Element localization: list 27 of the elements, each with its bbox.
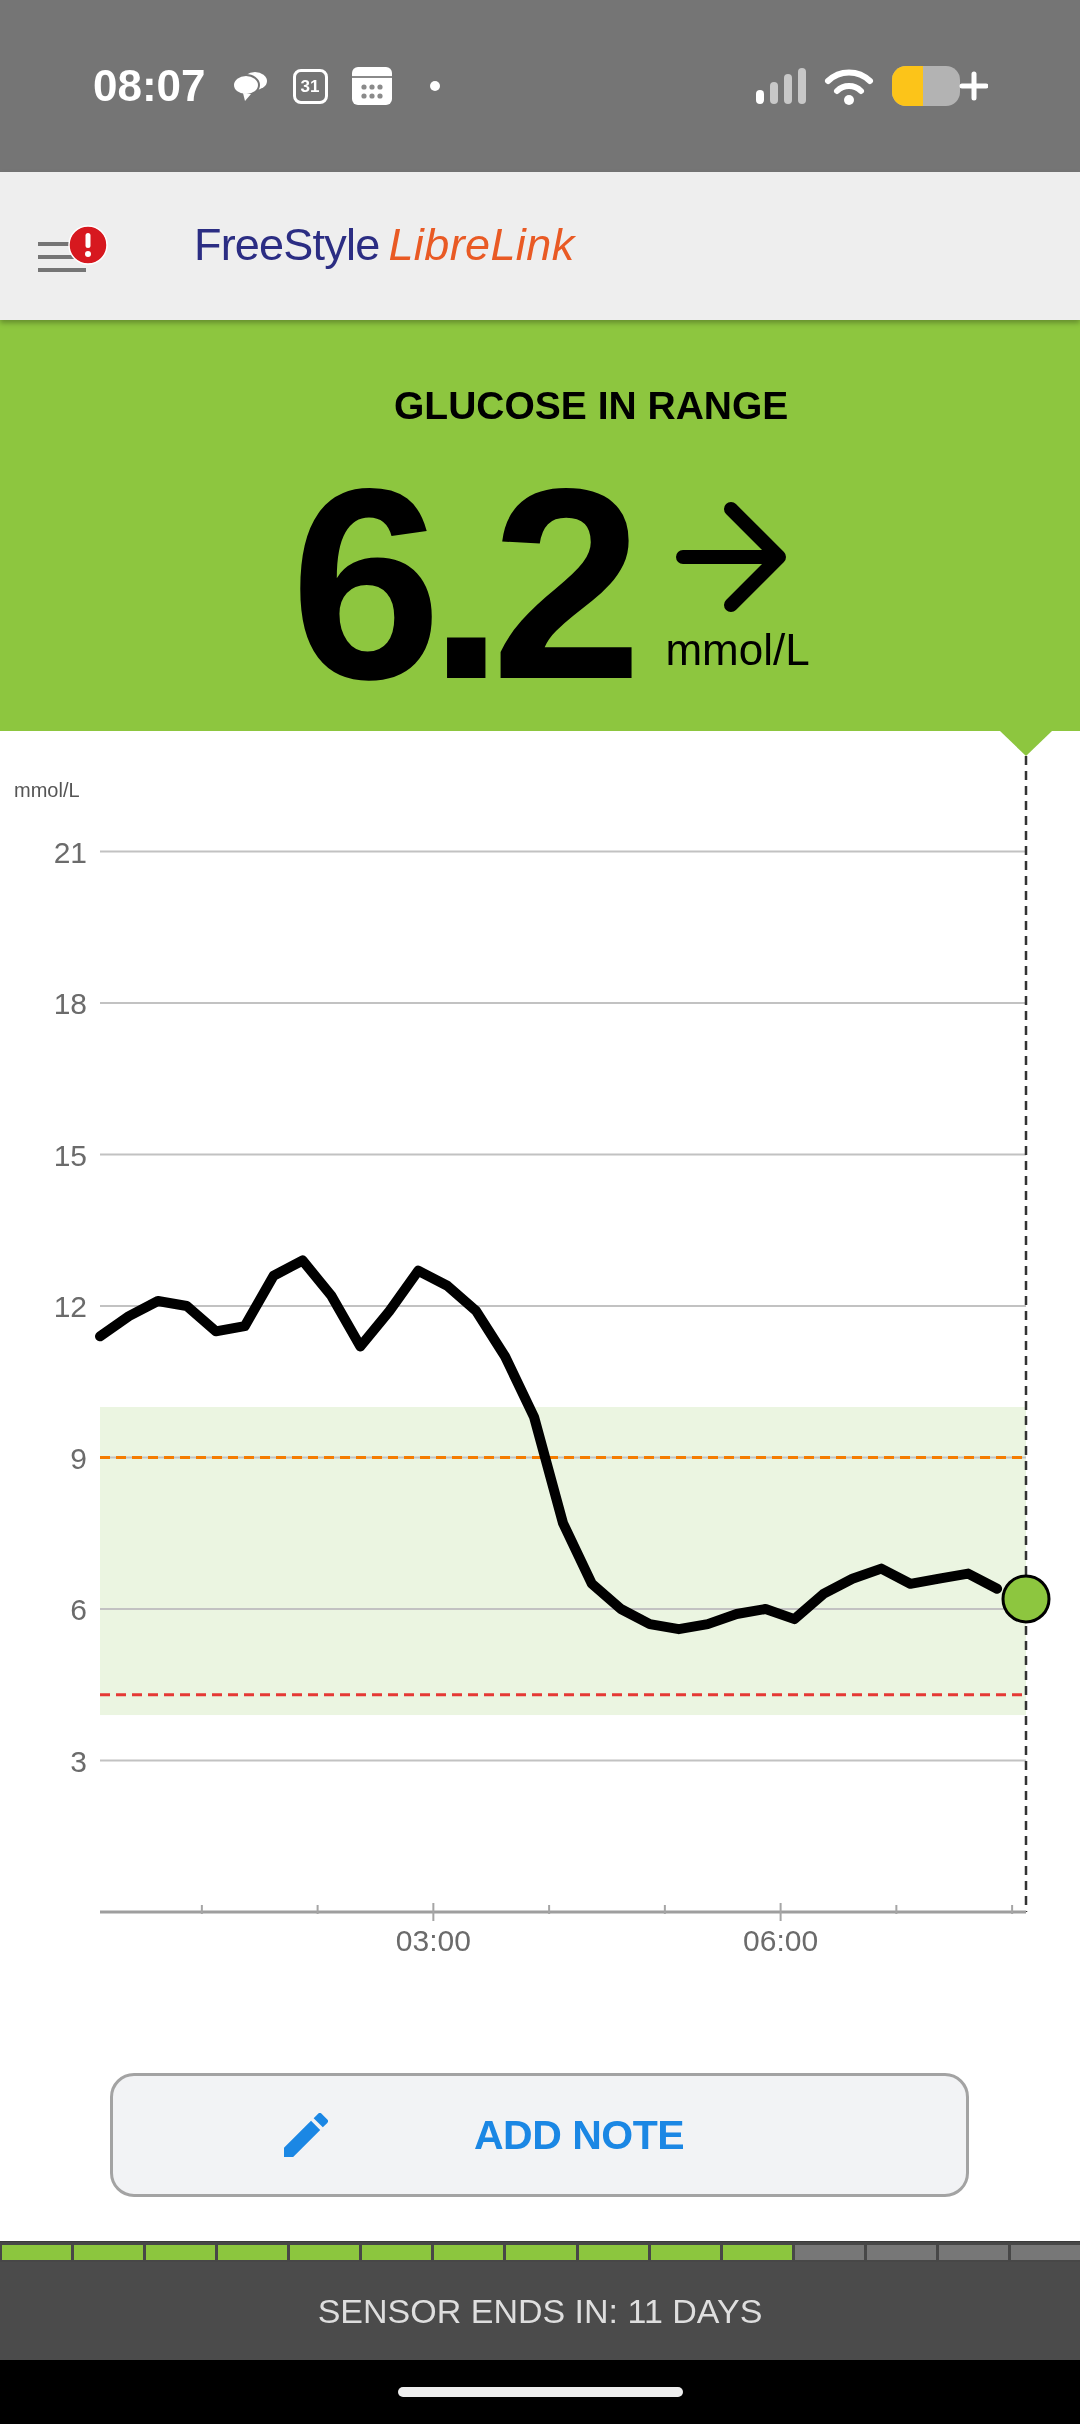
sensor-remaining-text: SENSOR ENDS IN: 11 DAYS	[317, 2291, 763, 2331]
y-axis-label: 12	[53, 1290, 87, 1323]
battery-charging-icon	[892, 66, 988, 106]
chat-bubbles-icon	[231, 71, 268, 101]
notification-dot-icon	[429, 81, 440, 91]
x-axis-label: 03:00	[395, 1924, 471, 1957]
y-axis-title: mmol/L	[14, 779, 80, 801]
y-axis-label: 15	[53, 1138, 87, 1172]
app-logo: FreeStyle LibreLink	[194, 221, 575, 267]
calendar-date-icon: 31	[292, 68, 328, 104]
y-axis-label: 21	[53, 835, 87, 869]
calendar-icon	[351, 67, 392, 105]
menu-button[interactable]	[38, 225, 108, 272]
x-axis-label: 06:00	[743, 1924, 819, 1957]
y-axis-label: 3	[70, 1744, 87, 1778]
add-note-button[interactable]: ADD NOTE	[110, 2073, 969, 2197]
glucose-reading: 6.2	[290, 448, 630, 720]
y-axis-label: 6	[70, 1593, 87, 1626]
y-axis-label: 18	[53, 987, 87, 1020]
glucose-unit: mmol/L	[665, 628, 810, 672]
signal-icon	[756, 68, 806, 104]
y-axis-label: 9	[70, 1441, 87, 1475]
current-reading-marker-icon	[1001, 1574, 1051, 1624]
pencil-icon	[284, 2113, 328, 2157]
wifi-icon	[824, 67, 874, 105]
status-time: 08:07	[93, 64, 206, 108]
glucose-status: GLUCOSE IN RANGE	[394, 383, 789, 429]
